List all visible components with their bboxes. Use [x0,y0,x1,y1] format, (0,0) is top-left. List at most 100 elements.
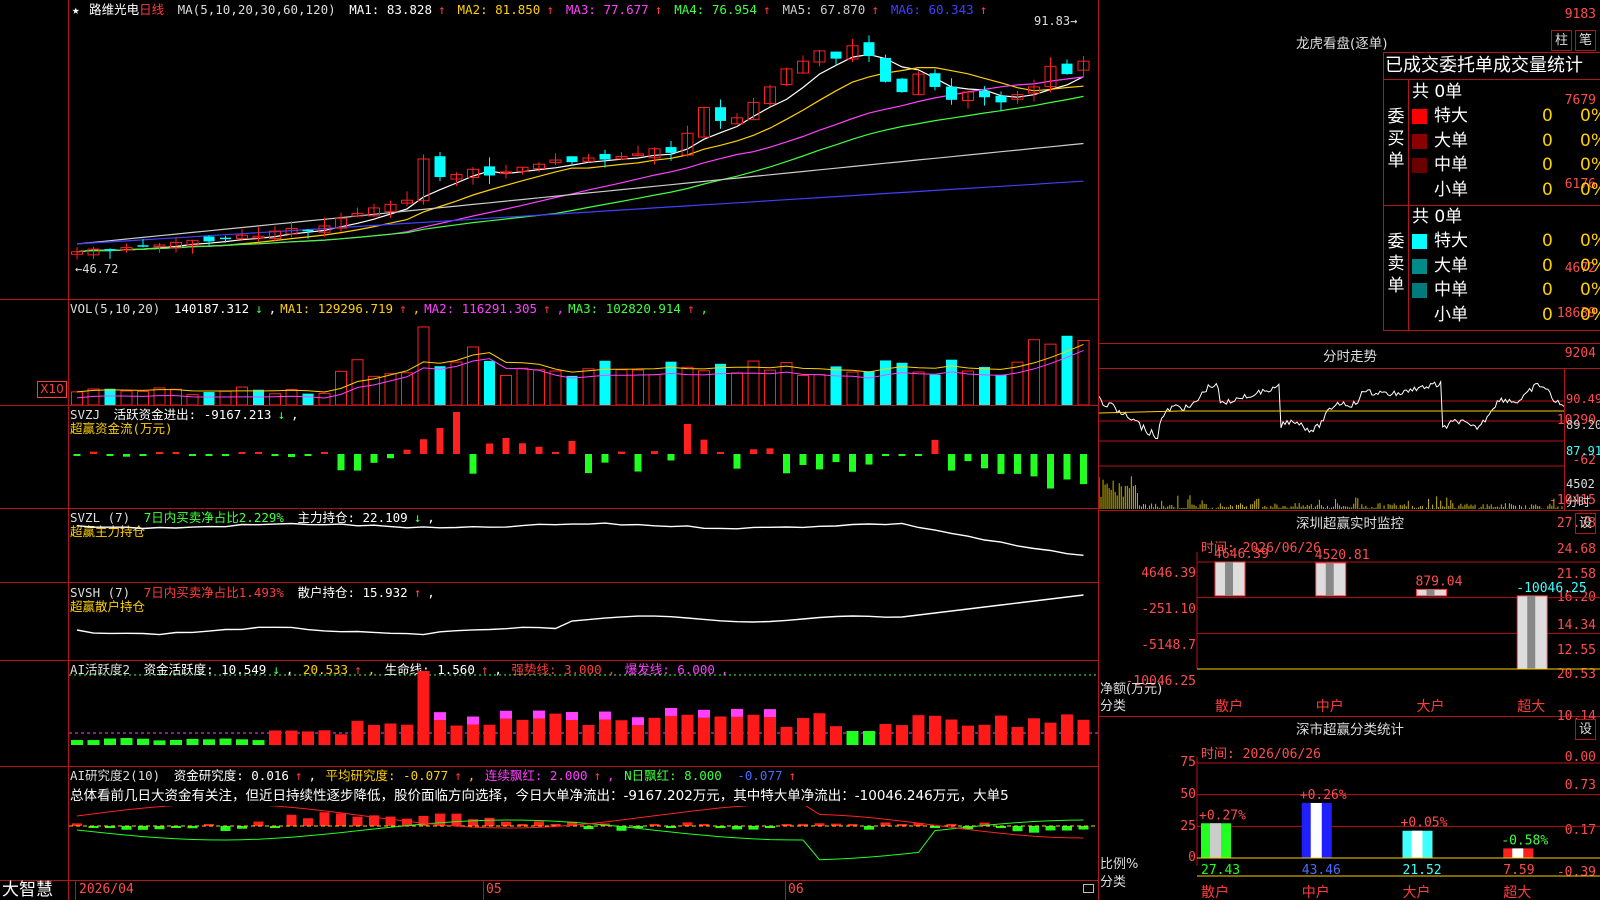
activity-cap [434,712,446,721]
svzj-bar-outflow [981,454,988,469]
bar-mode-button[interactable]: 柱 [1551,30,1572,51]
activity-bar [929,715,941,745]
candle-body-down [715,107,726,121]
svzj-bar-inflow [750,449,757,454]
vol-bar-up [467,346,479,405]
research-bar [534,821,544,826]
research-bar [138,826,148,830]
svzj-bar-outflow [73,454,81,456]
research-bar [121,826,132,830]
vol-bar-up [170,388,182,405]
svzj-bar-outflow [816,454,823,470]
activity-bar [549,713,562,745]
candlestick-chart[interactable] [69,18,1098,299]
candle-body-down [104,249,116,251]
svzj-bar-inflow [172,452,180,454]
ai-active-chart[interactable] [69,661,1098,766]
class-category-label: 中户 [1302,884,1330,900]
vol-bar-up [648,374,661,405]
candle-body-down [946,86,957,100]
svzj-bar-outflow [882,454,889,456]
svsh-chart[interactable] [69,583,1098,660]
vol-value: MA1: 129296.719 ↑, [280,301,421,316]
svzj-bar-inflow [651,451,658,454]
order-type-label: 特大 [1434,231,1468,251]
pen-mode-button[interactable]: 笔 [1575,30,1596,51]
star-icon[interactable]: ★ [72,2,80,17]
svzl-chart[interactable] [69,509,1098,582]
order-type-label: 小单 [1434,305,1468,326]
activity-bar [1044,722,1057,745]
ai-research-chart[interactable] [69,806,1098,880]
candle-body-down [896,78,908,93]
intraday-chart[interactable] [1099,369,1564,509]
high-price-marker: 91.83→ [1034,14,1078,28]
research-bar [286,814,297,826]
activity-bar [417,671,430,745]
color-swatch [1412,133,1427,149]
order-type-label: 小单 [1434,180,1468,201]
research-bar [864,826,874,830]
class-category-label: 超大 [1503,885,1531,900]
svzj-bar-inflow [90,451,97,454]
x-tick-date: 2026/04 [79,882,134,897]
svzj-bar-inflow [931,439,939,454]
ma-value: MA4: 76.954 ↑ [674,2,771,17]
order-count: 0 [1542,155,1553,176]
monitor-bar-shade [1426,589,1435,596]
activity-bar [1011,726,1024,745]
x-tick-date: 06 [788,882,804,897]
research-bar [1012,826,1023,832]
svzj-bar-outflow [288,454,295,457]
order-count: 0 [1542,280,1553,301]
sz-monitor-chart[interactable]: 4646.39 散户 4520.81 中户 879.04 大户 -10046.25 超大 [1099,511,1600,716]
vol-bar-up [1077,340,1090,405]
svzj-bar-inflow [519,443,526,454]
activity-bar [516,719,529,745]
activity-cap [566,711,578,720]
research-n-red: N日飘红: 8.000 [624,768,722,783]
svzj-bar-outflow [271,454,279,456]
class-category-label: 散户 [1201,884,1229,900]
activity-bar [384,723,397,745]
activity-bar [731,716,743,745]
svzj-chart[interactable] [69,406,1098,508]
activity-bar [912,715,925,745]
activity-bar [566,719,578,745]
order-pct: 0% [1580,130,1600,151]
activity-cap [665,707,677,716]
ma-values: MA1: 83.828 ↑ MA2: 81.850 ↑ MA3: 77.677 ↑ MA4:… [349,2,999,17]
volume-chart[interactable] [69,318,1098,405]
vol-unit-badge[interactable]: X10 [37,381,67,398]
ma-line [76,67,1084,253]
dragon-tiger-title: 龙虎看盘(逐单) [1296,36,1388,52]
vol-bar-up [780,362,793,405]
candle-body-down [1061,63,1073,75]
vol-value: MA3: 102820.914 ↑, [568,301,709,316]
research-avg: 平均研究度: -0.077 ↑, [325,768,476,783]
order-type-label: 大单 [1434,255,1468,276]
activity-bar [170,739,182,745]
research-bar [1078,826,1089,830]
candle-body-down [203,236,215,242]
activity-bar [797,718,809,745]
activity-bar [450,725,463,745]
lock-icon[interactable] [1083,884,1094,893]
order-pct: 0% [1580,231,1600,251]
vol-values: 140187.312 ↓, MA1: 129296.719 ↑, MA2: 116291… [174,301,712,316]
candle-body-down [220,237,231,240]
period-label[interactable]: 日线 [139,2,164,17]
sz-class-chart[interactable]: +0.27%27.43散户+0.26%43.46中户+0.05%21.52大户-… [1099,717,1600,900]
research-bar [732,826,742,830]
activity-bar [87,740,100,745]
ma-value: MA2: 81.850 ↑ [457,2,554,17]
class-change-label: +0.05% [1401,816,1448,831]
intraday-y-tick: 87.91 [1566,444,1600,458]
y-tick-price: 9183 [1564,7,1596,22]
vol-bar-up [1028,339,1040,405]
class-bar-highlight [1512,848,1524,858]
vol-bar-down [566,375,578,405]
order-row-buy: 特大 0 0% [1410,104,1600,128]
svzj-bar-inflow [568,440,576,454]
stock-name[interactable]: 路维光电 [89,2,139,17]
